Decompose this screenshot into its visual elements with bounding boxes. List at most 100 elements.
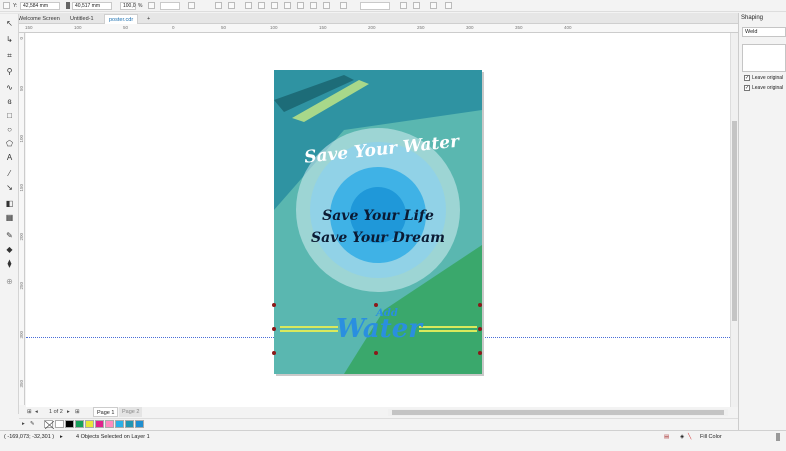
- new-tab-button[interactable]: +: [143, 14, 154, 24]
- eyedropper-icon[interactable]: ✎: [4, 230, 15, 241]
- parallel-dimension-icon[interactable]: ⁄: [4, 168, 15, 179]
- ungroup-icon[interactable]: [430, 2, 437, 9]
- drawing-canvas[interactable]: Save Your Water Save Your Life Save Your…: [26, 33, 730, 407]
- trim-icon[interactable]: [258, 2, 265, 9]
- color-swatch[interactable]: [105, 420, 114, 428]
- docker-title: Shaping: [741, 15, 764, 21]
- h-ruler-tick: 100: [74, 25, 82, 30]
- color-swatch[interactable]: [55, 420, 64, 428]
- tab-poster[interactable]: poster.cdr: [104, 14, 139, 24]
- rectangle-tool-icon[interactable]: □: [4, 110, 15, 121]
- selection-handle-tl[interactable]: [272, 303, 276, 307]
- horizontal-scroll-thumb[interactable]: [392, 410, 724, 415]
- leave-original-source-checkbox[interactable]: ✓: [744, 75, 750, 81]
- tab-untitled-1[interactable]: Untitled-1: [66, 14, 98, 24]
- shaping-mode-select[interactable]: Weld: [742, 27, 786, 37]
- poster-page[interactable]: Save Your Water Save Your Life Save Your…: [274, 70, 482, 374]
- zoom-tool-icon[interactable]: ⚲: [4, 66, 15, 77]
- selection-handle-br[interactable]: [478, 351, 482, 355]
- selection-handle-bl[interactable]: [272, 351, 276, 355]
- smart-fill-icon[interactable]: ⧫: [4, 258, 15, 269]
- leave-original-target-checkbox[interactable]: ✓: [744, 85, 750, 91]
- color-swatch[interactable]: [65, 420, 74, 428]
- horizontal-scrollbar[interactable]: [388, 409, 728, 416]
- mirror-v-icon[interactable]: [228, 2, 235, 9]
- h-ruler-tick: 400: [564, 25, 572, 30]
- back-minus-front-icon[interactable]: [310, 2, 317, 9]
- prev-page-icon[interactable]: ◂: [35, 408, 38, 416]
- selection-handle-mr[interactable]: [478, 327, 482, 331]
- corel-draw-window: Y: 42,584 mm 40,517 mm 100,0 % ⌂ Welcome…: [0, 0, 786, 451]
- connector-tool-icon[interactable]: ↘: [4, 182, 15, 193]
- polygon-tool-icon[interactable]: ⬠: [4, 138, 15, 149]
- page-tab-1[interactable]: Page 1: [93, 407, 119, 417]
- left-stripe-1: [280, 326, 338, 328]
- crop-tool-icon[interactable]: ⌗: [4, 50, 15, 61]
- color-proof-icon[interactable]: ▤: [664, 433, 669, 441]
- vertical-scroll-thumb[interactable]: [732, 121, 737, 321]
- water-text[interactable]: Water: [334, 314, 424, 344]
- selection-handle-bc[interactable]: [374, 351, 378, 355]
- page-tab-2[interactable]: Page 2: [119, 407, 143, 417]
- color-swatch[interactable]: [115, 420, 124, 428]
- simplify-icon[interactable]: [284, 2, 291, 9]
- to-front-icon[interactable]: [400, 2, 407, 9]
- front-minus-back-icon[interactable]: [297, 2, 304, 9]
- color-swatch[interactable]: [75, 420, 84, 428]
- drop-shadow-icon[interactable]: ◧: [4, 198, 15, 209]
- interactive-fill-icon[interactable]: ◆: [4, 244, 15, 255]
- pick-tool-icon[interactable]: ↖: [4, 18, 15, 29]
- color-swatch[interactable]: [95, 420, 104, 428]
- shape-tool-icon[interactable]: ↳: [4, 34, 15, 45]
- scale-field[interactable]: 100,0: [120, 2, 136, 10]
- v-ruler-tick: 0: [19, 37, 24, 40]
- v-ruler-tick: 250: [19, 282, 24, 290]
- text-tool-icon[interactable]: A: [4, 152, 15, 163]
- height-field[interactable]: 40,517 mm: [72, 2, 112, 10]
- selection-handle-tc[interactable]: [374, 303, 378, 307]
- artistic-media-icon[interactable]: ɞ: [4, 96, 15, 107]
- color-swatch[interactable]: [135, 420, 144, 428]
- add-tool-icon[interactable]: ⊕: [4, 276, 15, 287]
- boundary-icon[interactable]: [323, 2, 330, 9]
- color-swatch[interactable]: [125, 420, 134, 428]
- fill-bucket-icon: ◈: [680, 434, 685, 440]
- next-page-icon[interactable]: ▸: [67, 408, 70, 416]
- align-icon[interactable]: [340, 2, 347, 9]
- to-back-icon[interactable]: [413, 2, 420, 9]
- outline-width-field[interactable]: [360, 2, 390, 10]
- freehand-tool-icon[interactable]: ∿: [4, 82, 15, 93]
- page-counter: 1 of 2: [49, 409, 63, 415]
- first-page-icon[interactable]: ⊞: [27, 408, 32, 416]
- lock-ratio-icon[interactable]: [148, 2, 155, 9]
- right-stripe-2: [419, 330, 477, 332]
- pick-arrow-icon[interactable]: [3, 2, 10, 9]
- selection-handle-ml[interactable]: [272, 327, 276, 331]
- h-ruler-tick: 50: [221, 25, 227, 30]
- eyedropper-palette-icon[interactable]: ✎: [30, 420, 35, 428]
- h-ruler-tick: 250: [417, 25, 425, 30]
- selection-handle-tr[interactable]: [478, 303, 482, 307]
- last-page-icon[interactable]: ⊞: [75, 408, 80, 416]
- intersect-icon[interactable]: [271, 2, 278, 9]
- fill-color-label: Fill Color: [700, 434, 722, 440]
- transparency-icon[interactable]: ▦: [4, 212, 15, 223]
- y-position-field[interactable]: 42,584 mm: [20, 2, 60, 10]
- no-color-swatch[interactable]: [44, 420, 55, 430]
- vertical-scrollbar[interactable]: [730, 33, 738, 407]
- ellipse-tool-icon[interactable]: ○: [4, 124, 15, 135]
- v-ruler-tick: 300: [19, 331, 24, 339]
- mirror-h-icon[interactable]: [215, 2, 222, 9]
- shaping-docker: Shaping Weld ✓ Leave original ✓ Leave or…: [738, 13, 786, 430]
- tab-welcome-screen[interactable]: Welcome Screen: [14, 14, 64, 24]
- tagline-life[interactable]: Save Your Life: [294, 208, 462, 224]
- h-ruler-tick: 50: [123, 25, 129, 30]
- scale-field-2[interactable]: [160, 2, 180, 10]
- convert-icon[interactable]: [445, 2, 452, 9]
- angle-icon[interactable]: [188, 2, 195, 9]
- tagline-dream[interactable]: Save Your Dream: [284, 230, 472, 246]
- weld-icon[interactable]: [245, 2, 252, 9]
- leave-original-source-label: Leave original: [752, 75, 784, 81]
- palette-arrow-icon[interactable]: ▸: [22, 420, 25, 428]
- color-swatch[interactable]: [85, 420, 94, 428]
